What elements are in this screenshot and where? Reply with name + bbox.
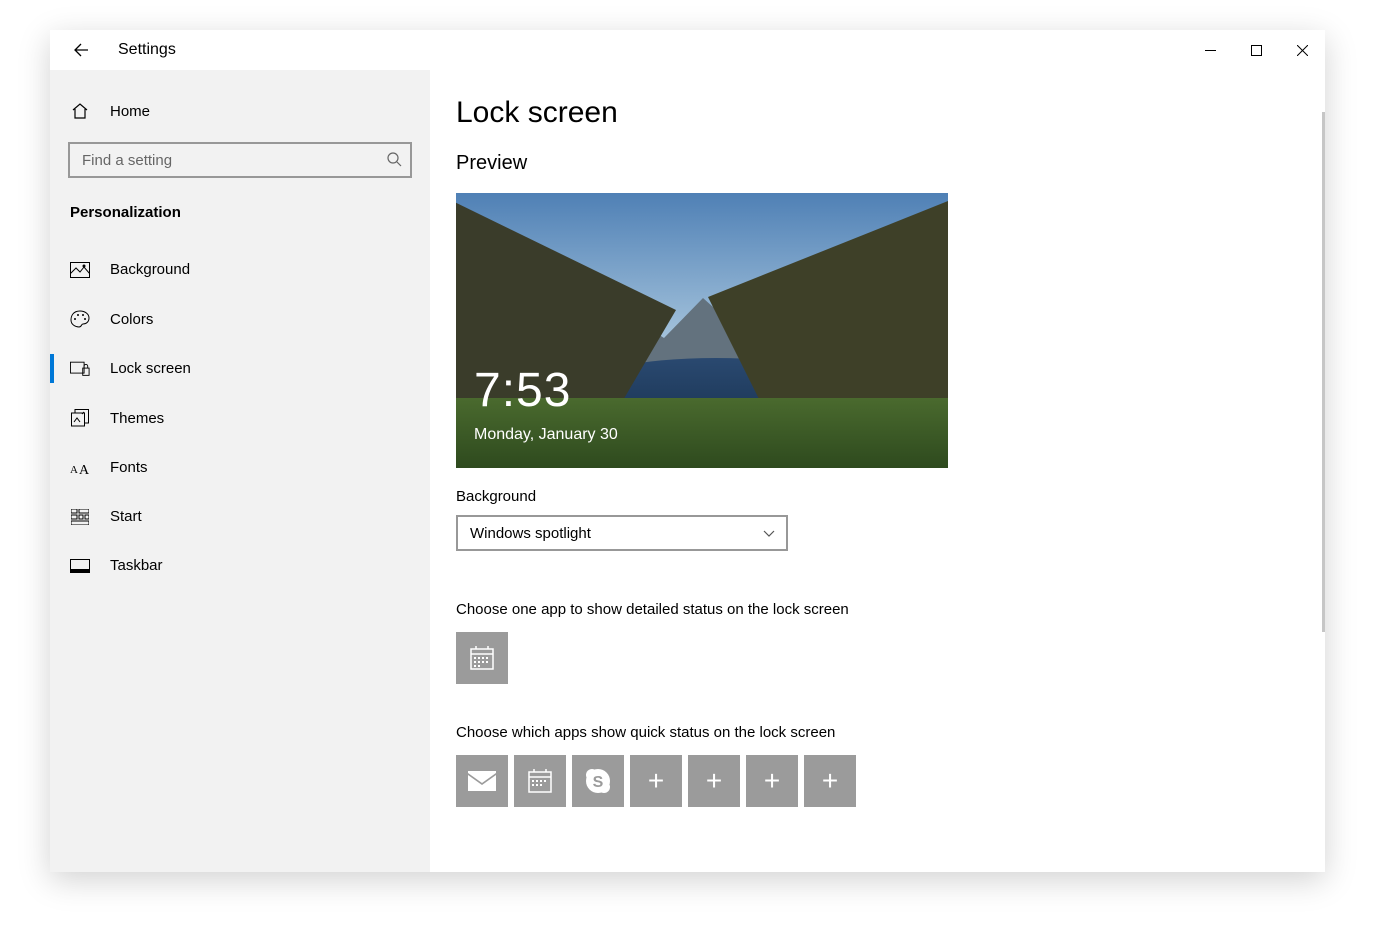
sidebar-item-taskbar[interactable]: Taskbar xyxy=(50,541,430,590)
svg-text:S: S xyxy=(593,774,604,791)
svg-text:A: A xyxy=(79,463,90,476)
picture-icon xyxy=(70,262,90,278)
arrow-left-icon xyxy=(73,42,89,58)
titlebar: Settings xyxy=(50,30,1325,70)
sidebar-item-label: Start xyxy=(110,508,142,525)
plus-icon: + xyxy=(648,765,664,797)
maximize-button[interactable] xyxy=(1233,34,1279,66)
lock-screen-icon xyxy=(70,361,90,377)
quick-status-tile-add[interactable]: + xyxy=(630,755,682,807)
palette-icon xyxy=(70,310,90,328)
minimize-button[interactable] xyxy=(1187,34,1233,66)
sidebar-item-label: Background xyxy=(110,261,190,278)
close-icon xyxy=(1297,45,1308,56)
quick-status-label: Choose which apps show quick status on t… xyxy=(456,724,1295,741)
preview-time: 7:53 xyxy=(474,363,571,418)
sidebar: Home Personalization Background xyxy=(50,70,430,872)
scrollbar[interactable] xyxy=(1322,70,1325,872)
quick-status-tile-skype[interactable]: S xyxy=(572,755,624,807)
sidebar-home[interactable]: Home xyxy=(50,88,430,134)
sidebar-item-fonts[interactable]: AA Fonts xyxy=(50,443,430,492)
plus-icon: + xyxy=(822,765,838,797)
themes-icon xyxy=(70,409,90,427)
preview-date: Monday, January 30 xyxy=(474,426,618,444)
sidebar-item-themes[interactable]: Themes xyxy=(50,393,430,443)
skype-icon: S xyxy=(583,766,613,796)
window-title: Settings xyxy=(118,41,176,59)
sidebar-item-label: Colors xyxy=(110,311,153,328)
sidebar-section-label: Personalization xyxy=(50,188,430,233)
minimize-icon xyxy=(1205,45,1216,56)
quick-status-tile-mail[interactable] xyxy=(456,755,508,807)
chevron-down-icon xyxy=(762,528,776,538)
lock-screen-preview[interactable]: 7:53 Monday, January 30 xyxy=(456,193,948,468)
fonts-icon: AA xyxy=(70,460,90,476)
quick-status-tile-add[interactable]: + xyxy=(746,755,798,807)
back-button[interactable] xyxy=(72,41,90,59)
search-icon xyxy=(386,151,402,167)
background-dropdown-value: Windows spotlight xyxy=(470,525,591,542)
quick-status-tile-add[interactable]: + xyxy=(804,755,856,807)
page-title: Lock screen xyxy=(456,96,1295,130)
detailed-status-label: Choose one app to show detailed status o… xyxy=(456,601,1295,618)
sidebar-item-background[interactable]: Background xyxy=(50,245,430,294)
window-controls xyxy=(1187,34,1325,66)
plus-icon: + xyxy=(764,765,780,797)
maximize-icon xyxy=(1251,45,1262,56)
sidebar-item-colors[interactable]: Colors xyxy=(50,294,430,344)
calendar-icon xyxy=(527,768,553,794)
settings-window: Settings Home xyxy=(50,30,1325,872)
background-field-label: Background xyxy=(456,488,1295,505)
search-input[interactable] xyxy=(68,142,412,178)
sidebar-home-label: Home xyxy=(110,103,150,120)
sidebar-item-label: Fonts xyxy=(110,459,148,476)
start-icon xyxy=(70,509,90,525)
sidebar-nav: Background Colors Lock screen xyxy=(50,245,430,590)
home-icon xyxy=(70,102,90,120)
calendar-icon xyxy=(469,645,495,671)
background-dropdown[interactable]: Windows spotlight xyxy=(456,515,788,551)
svg-text:A: A xyxy=(70,464,78,476)
sidebar-item-label: Taskbar xyxy=(110,557,163,574)
quick-status-tile-calendar[interactable] xyxy=(514,755,566,807)
sidebar-item-lock-screen[interactable]: Lock screen xyxy=(50,344,430,393)
main-content: Lock screen Preview 7:53 Monday, January… xyxy=(430,70,1325,872)
sidebar-item-label: Themes xyxy=(110,410,164,427)
mail-icon xyxy=(468,771,496,791)
detailed-status-app-tile[interactable] xyxy=(456,632,508,684)
close-button[interactable] xyxy=(1279,34,1325,66)
quick-status-tile-add[interactable]: + xyxy=(688,755,740,807)
scrollbar-thumb[interactable] xyxy=(1322,112,1325,632)
taskbar-icon xyxy=(70,559,90,573)
sidebar-item-label: Lock screen xyxy=(110,360,191,377)
preview-heading: Preview xyxy=(456,152,1295,175)
plus-icon: + xyxy=(706,765,722,797)
quick-status-row: S + + + + xyxy=(456,755,1295,807)
sidebar-item-start[interactable]: Start xyxy=(50,492,430,541)
